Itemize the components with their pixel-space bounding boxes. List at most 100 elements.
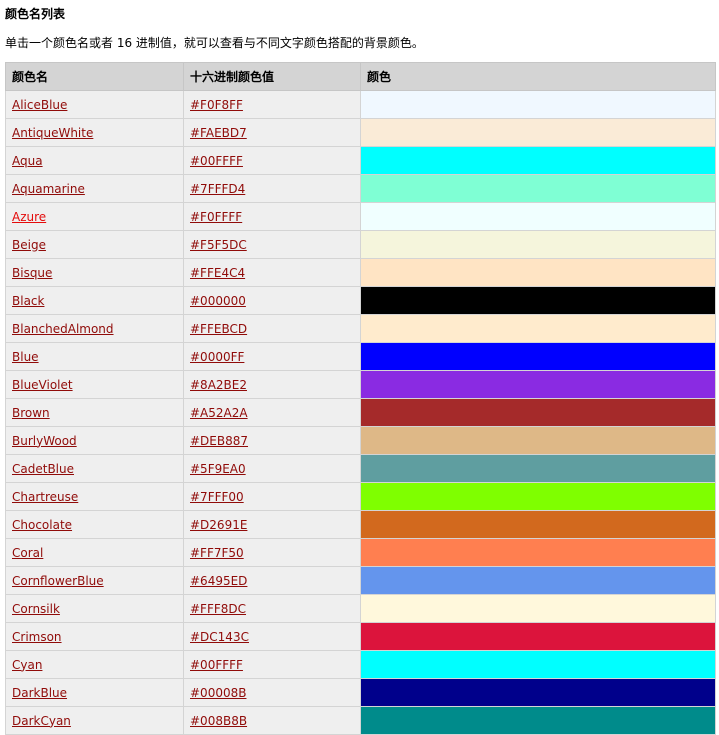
color-name-link[interactable]: Crimson [12, 630, 62, 644]
color-name-cell: BlanchedAlmond [5, 314, 184, 343]
color-name-link[interactable]: DarkCyan [12, 714, 71, 728]
hex-value-link[interactable]: #DEB887 [190, 434, 248, 448]
color-name-cell: Brown [5, 398, 184, 427]
hex-value-link[interactable]: #00008B [190, 686, 246, 700]
hex-value-cell: #F0F8FF [183, 90, 361, 119]
color-swatch [360, 426, 716, 455]
hex-value-link[interactable]: #D2691E [190, 518, 247, 532]
color-name-link[interactable]: Azure [12, 210, 46, 224]
color-name-link[interactable]: DarkBlue [12, 686, 67, 700]
color-name-link[interactable]: Aqua [12, 154, 43, 168]
table-row: Coral #FF7F50 [5, 538, 716, 567]
color-swatch [360, 510, 716, 539]
hex-value-link[interactable]: #0000FF [190, 350, 244, 364]
hex-value-cell: #7FFFD4 [183, 174, 361, 203]
table-row: Black #000000 [5, 286, 716, 315]
hex-value-cell: #5F9EA0 [183, 454, 361, 483]
hex-value-cell: #FF7F50 [183, 538, 361, 567]
hex-value-cell: #A52A2A [183, 398, 361, 427]
table-row: AliceBlue #F0F8FF [5, 90, 716, 119]
color-name-cell: AntiqueWhite [5, 118, 184, 147]
color-name-cell: AliceBlue [5, 90, 184, 119]
hex-value-cell: #00008B [183, 678, 361, 707]
color-name-link[interactable]: AliceBlue [12, 98, 67, 112]
color-name-link[interactable]: Cyan [12, 658, 42, 672]
color-name-link[interactable]: CornflowerBlue [12, 574, 104, 588]
color-swatch [360, 594, 716, 623]
color-name-link[interactable]: Blue [12, 350, 39, 364]
hex-value-cell: #FFF8DC [183, 594, 361, 623]
hex-value-cell: #7FFF00 [183, 482, 361, 511]
color-name-link[interactable]: Beige [12, 238, 46, 252]
color-name-link[interactable]: Brown [12, 406, 50, 420]
hex-value-link[interactable]: #7FFF00 [190, 490, 244, 504]
color-name-link[interactable]: Cornsilk [12, 602, 60, 616]
hex-value-cell: #0000FF [183, 342, 361, 371]
color-swatch [360, 706, 716, 735]
hex-value-link[interactable]: #000000 [190, 294, 246, 308]
color-name-cell: Crimson [5, 622, 184, 651]
hex-value-link[interactable]: #8A2BE2 [190, 378, 247, 392]
color-table: 颜色名 十六进制颜色值 颜色 AliceBlue #F0F8FF AntiqueWh… [5, 62, 716, 735]
color-swatch [360, 118, 716, 147]
color-swatch [360, 650, 716, 679]
color-name-link[interactable]: Chartreuse [12, 490, 78, 504]
hex-value-link[interactable]: #7FFFD4 [190, 182, 245, 196]
hex-value-link[interactable]: #5F9EA0 [190, 462, 246, 476]
color-name-cell: DarkCyan [5, 706, 184, 735]
color-swatch [360, 202, 716, 231]
color-name-cell: Chocolate [5, 510, 184, 539]
color-swatch [360, 622, 716, 651]
color-name-cell: Aqua [5, 146, 184, 175]
intro-text: 单击一个颜色名或者 16 进制值，就可以查看与不同文字颜色搭配的背景颜色。 [5, 36, 424, 50]
color-name-link[interactable]: BlanchedAlmond [12, 322, 114, 336]
hex-value-cell: #000000 [183, 286, 361, 315]
hex-value-link[interactable]: #00FFFF [190, 154, 243, 168]
color-name-link[interactable]: Chocolate [12, 518, 72, 532]
color-name-cell: Chartreuse [5, 482, 184, 511]
hex-value-link[interactable]: #008B8B [190, 714, 247, 728]
color-name-link[interactable]: Coral [12, 546, 43, 560]
color-name-cell: Bisque [5, 258, 184, 287]
hex-value-link[interactable]: #F0F8FF [190, 98, 243, 112]
hex-value-link[interactable]: #FF7F50 [190, 546, 244, 560]
hex-value-cell: #F0FFFF [183, 202, 361, 231]
page: 颜色名列表 单击一个颜色名或者 16 进制值，就可以查看与不同文字颜色搭配的背景… [0, 0, 719, 735]
table-row: Beige #F5F5DC [5, 230, 716, 259]
hex-value-cell: #DEB887 [183, 426, 361, 455]
color-name-link[interactable]: Bisque [12, 266, 52, 280]
hex-value-link[interactable]: #DC143C [190, 630, 249, 644]
table-row: AntiqueWhite #FAEBD7 [5, 118, 716, 147]
hex-value-link[interactable]: #F5F5DC [190, 238, 247, 252]
hex-value-link[interactable]: #A52A2A [190, 406, 248, 420]
hex-value-link[interactable]: #F0FFFF [190, 210, 242, 224]
hex-value-link[interactable]: #00FFFF [190, 658, 243, 672]
hex-value-link[interactable]: #6495ED [190, 574, 247, 588]
hex-value-cell: #FFE4C4 [183, 258, 361, 287]
hex-value-link[interactable]: #FFF8DC [190, 602, 246, 616]
color-name-cell: Coral [5, 538, 184, 567]
color-swatch [360, 146, 716, 175]
color-name-link[interactable]: BlueViolet [12, 378, 73, 392]
table-row: Cyan #00FFFF [5, 650, 716, 679]
color-name-link[interactable]: BurlyWood [12, 434, 77, 448]
table-row: CornflowerBlue #6495ED [5, 566, 716, 595]
hex-value-link[interactable]: #FFE4C4 [190, 266, 245, 280]
color-swatch [360, 566, 716, 595]
table-row: Aquamarine #7FFFD4 [5, 174, 716, 203]
color-name-link[interactable]: AntiqueWhite [12, 126, 93, 140]
color-name-link[interactable]: Black [12, 294, 44, 308]
color-name-cell: Aquamarine [5, 174, 184, 203]
table-row: Aqua #00FFFF [5, 146, 716, 175]
hex-value-link[interactable]: #FAEBD7 [190, 126, 247, 140]
table-row: Blue #0000FF [5, 342, 716, 371]
color-swatch [360, 398, 716, 427]
color-swatch [360, 286, 716, 315]
color-name-link[interactable]: Aquamarine [12, 182, 85, 196]
page-title: 颜色名列表 [5, 7, 66, 21]
table-row: Crimson #DC143C [5, 622, 716, 651]
hex-value-link[interactable]: #FFEBCD [190, 322, 247, 336]
hex-value-cell: #8A2BE2 [183, 370, 361, 399]
color-name-link[interactable]: CadetBlue [12, 462, 74, 476]
hex-value-cell: #D2691E [183, 510, 361, 539]
